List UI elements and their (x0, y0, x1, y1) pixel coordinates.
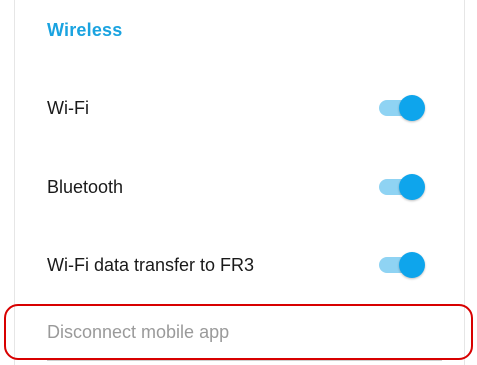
right-divider (464, 0, 465, 365)
disconnect-mobile-app-label: Disconnect mobile app (47, 322, 230, 342)
wifi-label: Wi-Fi (47, 97, 89, 118)
settings-panel: Wireless Wi-Fi Bluetooth Wi-Fi data tran… (0, 0, 477, 365)
setting-row-wifi: Wi-Fi (47, 88, 427, 128)
toggle-knob (399, 95, 425, 121)
toggle-knob (399, 174, 425, 200)
section-title-wireless: Wireless (47, 20, 123, 40)
bluetooth-toggle[interactable] (377, 174, 427, 200)
disconnect-mobile-app-button[interactable]: Disconnect mobile app (47, 312, 442, 352)
wifi-data-transfer-toggle[interactable] (377, 252, 427, 278)
toggle-knob (399, 252, 425, 278)
wifi-data-transfer-label: Wi-Fi data transfer to FR3 (47, 254, 255, 275)
left-divider (14, 0, 15, 365)
wifi-toggle[interactable] (377, 95, 427, 121)
setting-row-wifi-data-transfer: Wi-Fi data transfer to FR3 (47, 245, 427, 285)
bluetooth-label: Bluetooth (47, 176, 124, 197)
row-divider (47, 360, 442, 361)
setting-row-bluetooth: Bluetooth (47, 167, 427, 207)
